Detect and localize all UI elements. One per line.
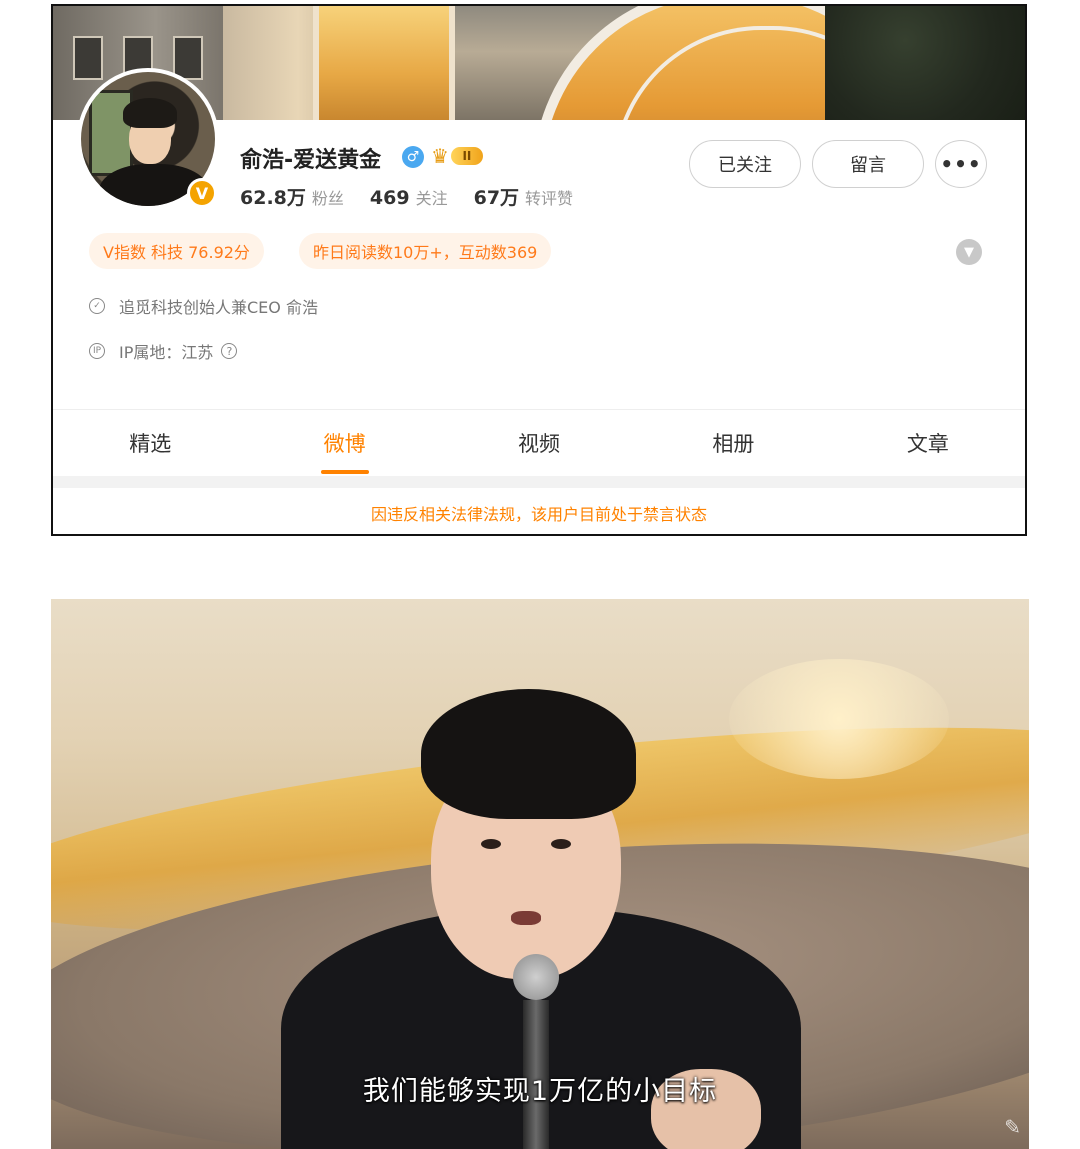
profile-name: 俞浩-爱送黄金 — [240, 148, 382, 173]
tab-weibo[interactable]: 微博 — [247, 410, 441, 476]
video-subtitle: 我们能够实现1万亿的小目标 — [362, 1076, 718, 1107]
vip-crown-icon: ♛ II — [431, 145, 489, 167]
section-gap — [53, 476, 1025, 488]
v-index-tag[interactable]: V指数 科技 76.92分 — [89, 233, 264, 269]
tab-album[interactable]: 相册 — [636, 410, 830, 476]
ban-notice: 因违反相关法律法规，该用户目前处于禁言状态 — [53, 488, 1025, 534]
message-button[interactable]: 留言 — [812, 140, 924, 188]
video-frame: 我们能够实现1万亿的小目标 ✎ — [51, 599, 1029, 1149]
more-options-button[interactable]: ••• — [935, 140, 987, 188]
tab-featured[interactable]: 精选 — [53, 410, 247, 476]
male-icon: ♂ — [402, 146, 424, 168]
vip-level: II — [450, 147, 483, 165]
help-icon[interactable]: ? — [221, 343, 238, 359]
tab-video[interactable]: 视频 — [442, 410, 636, 476]
stats-row: 62.8万 粉丝 469 关注 67万 转评赞 — [240, 183, 599, 210]
bio-row: ✓ 追觅科技创始人兼CEO 俞浩 — [89, 294, 318, 318]
ip-icon: IP — [89, 343, 105, 359]
microphone-icon — [513, 954, 559, 1149]
following-label[interactable]: 关注 — [416, 185, 448, 209]
profile-card: V 俞浩-爱送黄金 ♂ ♛ II 62.8万 粉丝 469 关注 67万 转评赞 … — [51, 4, 1027, 536]
shield-icon: ✓ — [89, 298, 105, 314]
followers-count[interactable]: 62.8万 — [240, 183, 306, 210]
watermark-icon: ✎ — [1004, 1115, 1021, 1139]
profile-tabs: 精选 微博 视频 相册 文章 — [53, 410, 1025, 476]
bio-text: 追觅科技创始人兼CEO 俞浩 — [119, 298, 318, 317]
chevron-down-icon[interactable]: ▼ — [956, 239, 982, 265]
following-count[interactable]: 469 — [370, 187, 410, 209]
ip-row: IP IP属地：江苏 ? — [89, 339, 238, 363]
likes-label: 转评赞 — [525, 189, 574, 208]
follow-button[interactable]: 已关注 — [689, 140, 801, 188]
ip-text: IP属地：江苏 — [119, 343, 214, 362]
verified-badge-icon: V — [187, 178, 217, 208]
tab-articles[interactable]: 文章 — [831, 410, 1025, 476]
read-stats-tag[interactable]: 昨日阅读数10万+，互动数369 — [299, 233, 552, 269]
likes-count: 67万 — [473, 187, 520, 209]
followers-label[interactable]: 粉丝 — [312, 185, 344, 209]
